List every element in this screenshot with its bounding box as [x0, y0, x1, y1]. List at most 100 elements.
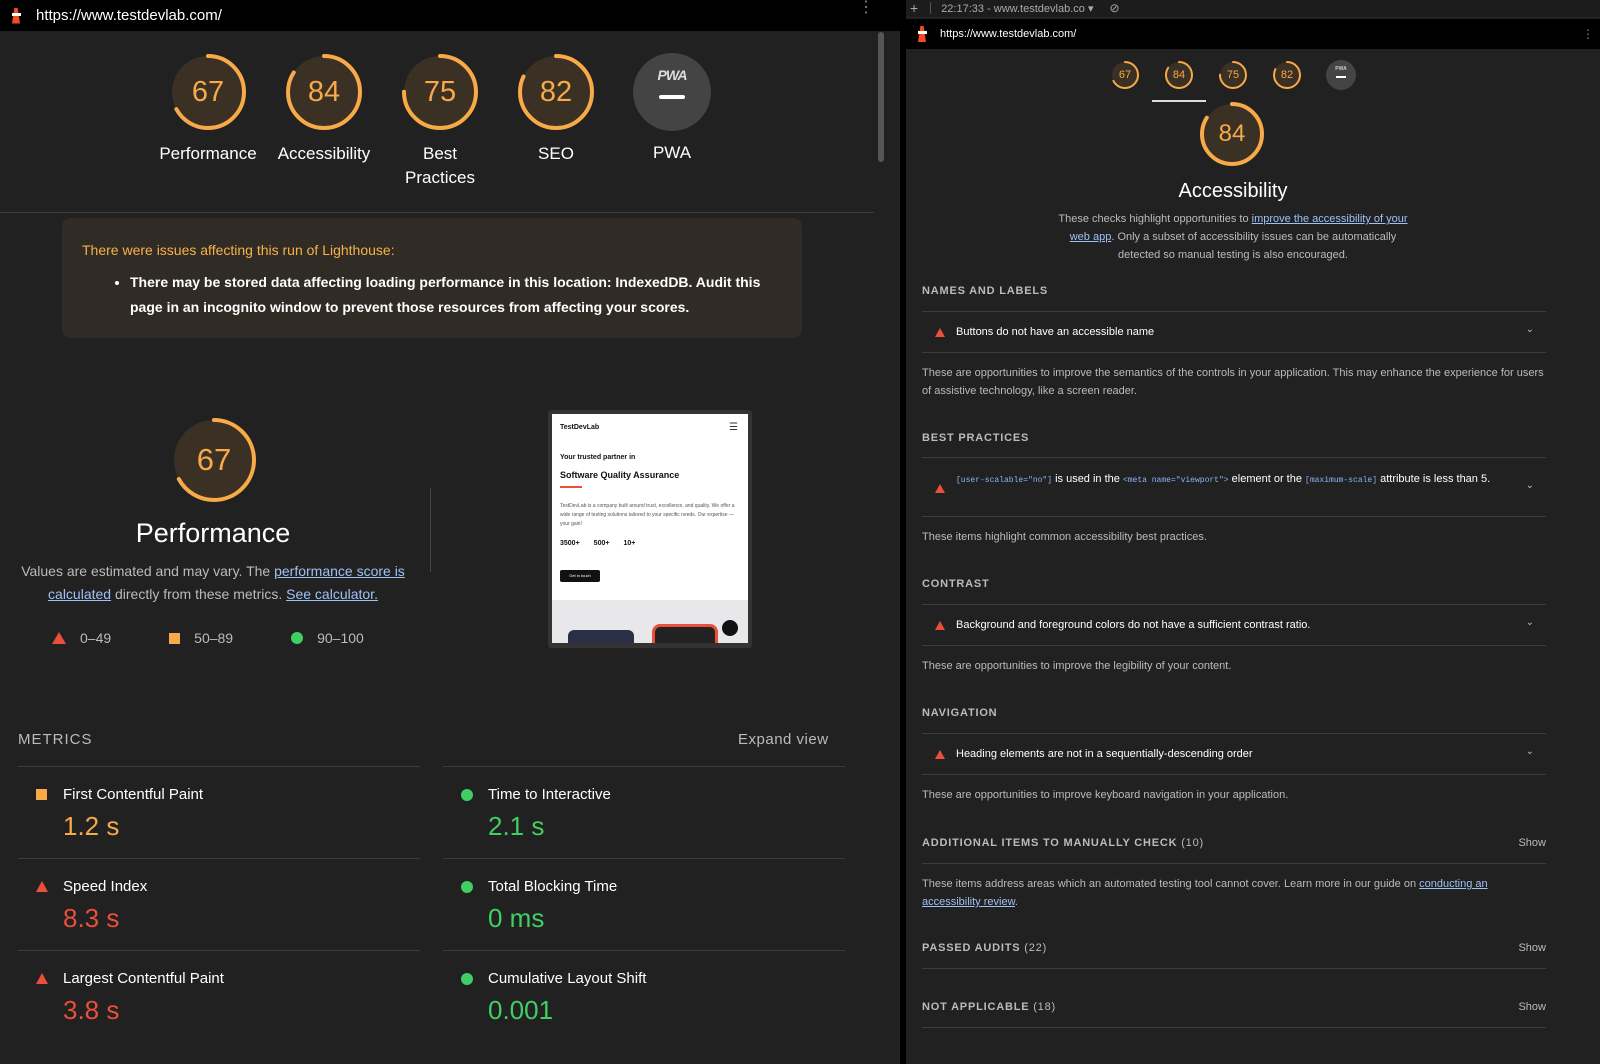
performance-title: Performance [135, 518, 291, 548]
address-bar: https://www.testdevlab.com/ ⋮ [0, 0, 900, 31]
warning-title: There were issues affecting this run of … [82, 242, 395, 258]
accessibility-description: These checks highlight opportunities to … [1048, 210, 1418, 264]
tab-best-practices[interactable]: 75 [1218, 60, 1248, 90]
group-heading: NOT APPLICABLE (18) [922, 1001, 1546, 1013]
chevron-down-icon[interactable]: ⌄ [1526, 480, 1534, 491]
group-not-applicable[interactable]: NOT APPLICABLE (18) Show [922, 1001, 1546, 1028]
show-toggle[interactable]: Show [1518, 942, 1546, 954]
group-description: These items address areas which an autom… [922, 875, 1546, 911]
report-url[interactable]: https://www.testdevlab.com/ [940, 28, 1076, 40]
group-names-labels: NAMES AND LABELS Buttons do not have an … [922, 285, 1546, 397]
mini-score: 67 [1118, 69, 1132, 81]
fail-triangle-icon [52, 632, 66, 644]
chevron-down-icon[interactable]: ⌄ [1526, 324, 1534, 335]
lighthouse-icon [914, 24, 930, 44]
warning-item: There may be stored data affecting loadi… [130, 270, 782, 320]
average-square-icon [169, 632, 181, 644]
metric-value: 8.3 s [63, 903, 120, 933]
screenshot-line1: Your trusted partner in [560, 454, 636, 461]
gauge-score: 84 [307, 76, 341, 108]
gauge-performance[interactable]: 67 Performance [150, 52, 266, 190]
clear-icon[interactable]: ⊘ [1109, 1, 1119, 15]
gauge-label: Best Practices [405, 144, 475, 187]
report-url[interactable]: https://www.testdevlab.com/ [36, 7, 222, 24]
audit-color-contrast[interactable]: Background and foreground colors do not … [922, 604, 1546, 646]
accessibility-gauge: 84 [1198, 100, 1266, 168]
report-selector[interactable]: 22:17:33 - www.testdevlab.co ▾ [941, 2, 1093, 15]
gauge-best-practices[interactable]: 75 Best Practices [382, 52, 498, 190]
performance-description: Values are estimated and may vary. The p… [20, 560, 406, 606]
show-toggle[interactable]: Show [1518, 837, 1546, 849]
chevron-down-icon[interactable]: ⌄ [1526, 746, 1534, 757]
expand-view-toggle[interactable]: Expand view [738, 731, 829, 748]
accessibility-title: Accessibility [1178, 180, 1288, 202]
scrollbar[interactable] [878, 32, 884, 162]
gauge-label: PWA [652, 143, 692, 162]
divider [0, 212, 874, 213]
code-snippet: <meta name="viewport"> [1122, 476, 1229, 485]
audit-meta-viewport[interactable]: [user-scalable="no"] is used in the <met… [922, 457, 1546, 517]
fail-triangle-icon [36, 881, 48, 892]
audit-title: [user-scalable="no"] is used in the <met… [956, 470, 1516, 490]
performance-gauge: 67 [170, 416, 258, 504]
code-snippet: [maximum-scale] [1305, 476, 1378, 485]
pwa-badge-text: PWA [1335, 66, 1347, 72]
tab-performance[interactable]: 67 [1110, 60, 1140, 90]
group-best-practices: BEST PRACTICES [user-scalable="no"] is u… [922, 432, 1546, 543]
group-description: These items highlight common accessibili… [922, 531, 1207, 543]
pwa-badge-icon: PWA [633, 53, 711, 131]
more-options-icon[interactable]: ⋮ [858, 0, 874, 16]
new-report-icon[interactable]: + [910, 0, 918, 16]
score-gauges: 67 Performance 84 Accessibility 75 Best … [150, 52, 730, 190]
group-heading: PASSED AUDITS (22) [922, 942, 1546, 954]
group-contrast: CONTRAST Background and foreground color… [922, 578, 1546, 672]
gauge-label: Accessibility [277, 144, 371, 163]
tab-accessibility[interactable]: 84 [1164, 60, 1194, 90]
audit-title: Buttons do not have an accessible name [956, 326, 1155, 338]
desc-text: These checks highlight opportunities to [1058, 213, 1252, 225]
show-toggle[interactable]: Show [1518, 1001, 1546, 1013]
group-description: These are opportunities to improve the s… [922, 367, 1544, 397]
report-selector-label: 22:17:33 - www.testdevlab.co [941, 2, 1085, 15]
audit-title: Background and foreground colors do not … [956, 619, 1311, 631]
screenshot-line2: Software Quality Assurance [560, 470, 680, 480]
category-tabs: 67 84 75 82 PWA [1110, 60, 1356, 90]
metric-cls: Cumulative Layout Shift 0.001 [443, 950, 845, 1042]
metrics-heading: METRICS [18, 731, 93, 748]
desc-text: directly from these metrics. [111, 586, 287, 602]
group-heading: NAVIGATION [922, 707, 998, 719]
audit-heading-order[interactable]: Heading elements are not in a sequential… [922, 733, 1546, 775]
gauge-pwa[interactable]: PWA PWA [614, 52, 730, 190]
heading-text: NOT APPLICABLE [922, 1001, 1030, 1013]
desc-text: . [1014, 896, 1018, 908]
group-count: (10) [1181, 837, 1204, 849]
heading-text: PASSED AUDITS [922, 942, 1021, 954]
group-passed-audits[interactable]: PASSED AUDITS (22) Show [922, 942, 1546, 969]
tab-pwa[interactable]: PWA [1326, 60, 1356, 90]
gauge-label: SEO [538, 144, 574, 163]
performance-score: 67 [196, 442, 232, 477]
final-screenshot[interactable]: TestDevLab ☰ Your trusted partner in Sof… [548, 410, 752, 648]
see-calculator-link[interactable]: See calculator. [286, 586, 378, 602]
pass-circle-icon [461, 881, 473, 893]
tab-seo[interactable]: 82 [1272, 60, 1302, 90]
screenshot-brand: TestDevLab [560, 424, 600, 431]
gauge-seo[interactable]: 82 SEO [498, 52, 614, 190]
screenshot-cta: Get in touch [560, 570, 600, 582]
more-options-icon[interactable]: ⋮ [1582, 27, 1594, 41]
metric-speed-index: Speed Index 8.3 s [18, 858, 420, 950]
score-legend: 0–49 50–89 90–100 [52, 630, 422, 646]
gauge-score: 67 [191, 76, 225, 108]
audit-button-name[interactable]: Buttons do not have an accessible name ⌄ [922, 311, 1546, 353]
chevron-down-icon[interactable]: ⌄ [1526, 617, 1534, 628]
gauge-accessibility[interactable]: 84 Accessibility [266, 52, 382, 190]
legend-pass: 90–100 [317, 630, 364, 646]
desc-text: Values are estimated and may vary. The [21, 563, 275, 579]
mini-score: 75 [1226, 69, 1240, 81]
group-description: These are opportunities to improve keybo… [922, 789, 1289, 801]
gauge-score: 82 [539, 76, 573, 108]
group-description: These are opportunities to improve the l… [922, 660, 1232, 672]
metric-name: First Contentful Paint [63, 786, 204, 803]
pwa-badge-text: PWA [657, 67, 688, 83]
group-manual-checks[interactable]: ADDITIONAL ITEMS TO MANUALLY CHECK (10) … [922, 837, 1546, 908]
